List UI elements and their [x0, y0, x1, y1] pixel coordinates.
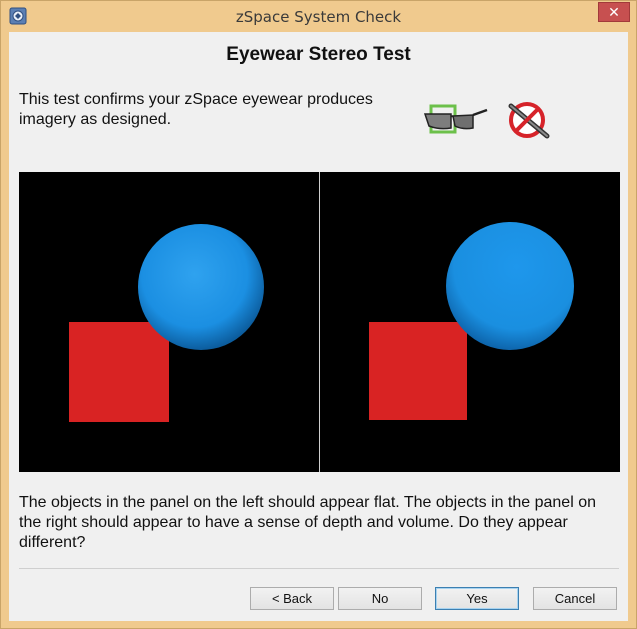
dialog-window: zSpace System Check ✕ Eyewear Stereo Tes…	[0, 0, 637, 629]
red-square	[369, 322, 467, 420]
back-button[interactable]: < Back	[250, 587, 334, 610]
right-panel-scene	[369, 222, 574, 420]
eyewear-icon	[421, 100, 491, 140]
blue-sphere	[446, 222, 574, 350]
right-stereo-panel	[320, 172, 620, 472]
yes-button[interactable]: Yes	[435, 587, 519, 610]
footer-separator	[19, 568, 619, 569]
no-stylus-icon	[503, 98, 555, 142]
left-stereo-panel	[19, 172, 319, 472]
title-bar[interactable]: zSpace System Check ✕	[1, 1, 636, 32]
dialog-content: Eyewear Stereo Test This test confirms y…	[9, 32, 628, 621]
page-title: Eyewear Stereo Test	[226, 44, 411, 65]
intro-text: This test confirms your zSpace eyewear p…	[19, 91, 373, 128]
blue-sphere	[138, 224, 264, 350]
red-square	[69, 322, 169, 422]
no-button[interactable]: No	[338, 587, 422, 610]
cancel-button[interactable]: Cancel	[533, 587, 617, 610]
left-panel-scene	[69, 224, 264, 422]
question-text: The objects in the panel on the left sho…	[19, 494, 596, 551]
close-button[interactable]: ✕	[598, 2, 630, 22]
window-title: zSpace System Check	[235, 8, 402, 26]
